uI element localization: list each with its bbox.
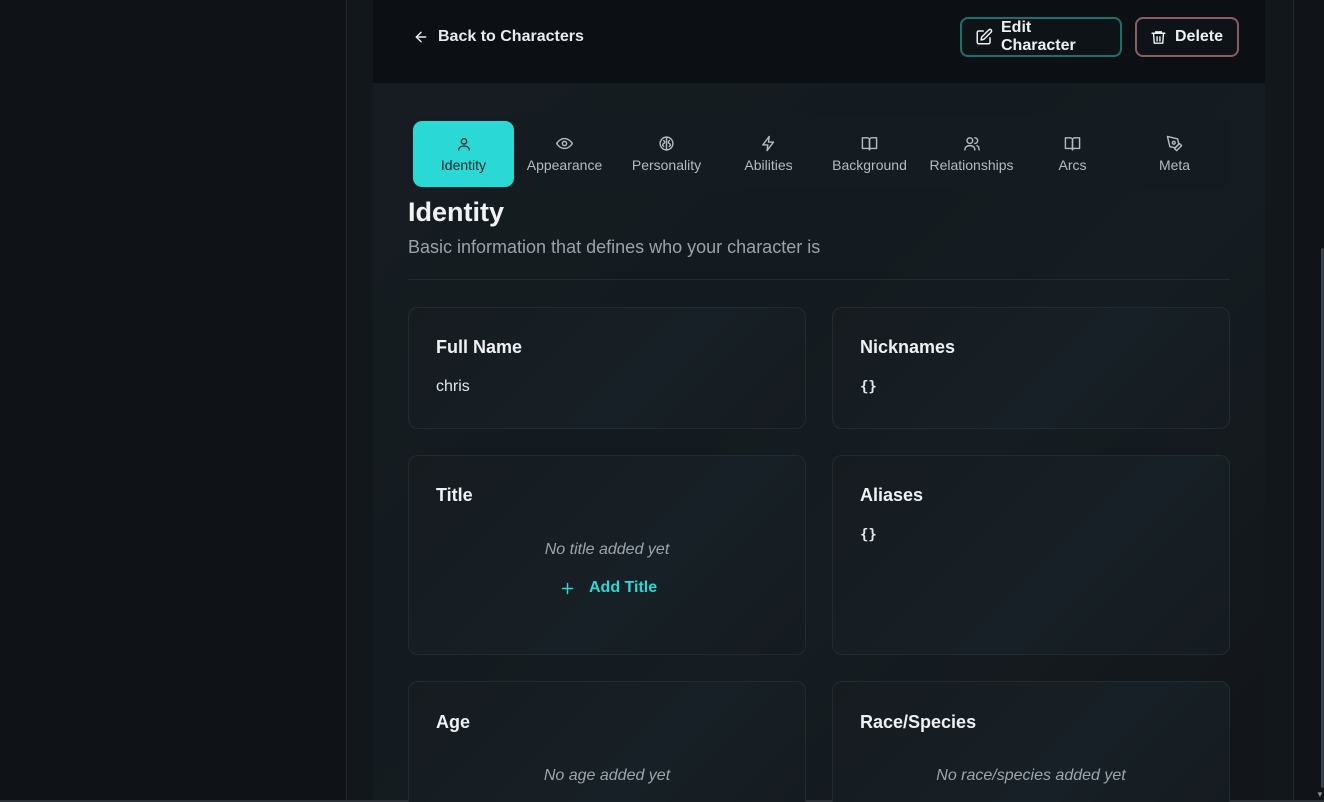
lightning-icon	[762, 135, 775, 152]
section-title: Identity	[408, 197, 505, 227]
user-icon	[457, 137, 470, 151]
aliases-label: Aliases	[860, 485, 924, 505]
tab-label: Relationships	[929, 157, 1014, 173]
back-to-characters-link[interactable]: Back to Characters	[413, 24, 584, 50]
scroll-down-arrow-icon[interactable]: ▼	[1316, 790, 1324, 799]
full-name-label: Full Name	[436, 337, 523, 357]
delete-button[interactable]: Delete	[1135, 17, 1239, 57]
nicknames-label: Nicknames	[860, 337, 956, 357]
tab-identity[interactable]: Identity	[413, 121, 514, 187]
title-empty-text: No title added yet	[544, 541, 670, 558]
edit-button-label: Edit Character	[1001, 19, 1076, 54]
edit-character-button[interactable]: Edit Character	[960, 17, 1122, 57]
back-link-label: Back to Characters	[438, 28, 584, 45]
aliases-value: {}	[860, 527, 877, 543]
plus-icon	[561, 582, 574, 594]
tab-meta[interactable]: Meta	[1124, 121, 1225, 187]
tab-personality[interactable]: Personality	[616, 121, 717, 187]
age-label: Age	[436, 712, 471, 732]
full-name-card	[408, 307, 806, 429]
eye-icon	[556, 137, 573, 150]
book-open-icon	[861, 137, 878, 151]
delete-button-label: Delete	[1175, 28, 1224, 45]
edit-icon	[976, 28, 993, 45]
section-divider	[408, 279, 1230, 280]
book-open-icon	[1064, 137, 1081, 151]
full-name-value: chris	[436, 378, 470, 395]
tab-abilities[interactable]: Abilities	[718, 121, 819, 187]
tab-appearance[interactable]: Appearance	[514, 121, 615, 187]
tab-background[interactable]: Background	[819, 121, 920, 187]
tab-arcs[interactable]: Arcs	[1022, 121, 1123, 187]
tab-label: Personality	[631, 157, 702, 173]
nicknames-card	[832, 307, 1230, 429]
brain-icon	[659, 136, 674, 151]
pen-tool-icon	[1166, 135, 1183, 152]
add-title-label: Add Title	[589, 579, 658, 596]
tab-label: Appearance	[526, 157, 603, 173]
title-label: Title	[436, 485, 473, 505]
age-empty-text: No age added yet	[543, 767, 671, 784]
tab-label: Meta	[1158, 157, 1191, 173]
tab-label: Identity	[440, 156, 487, 173]
nicknames-value: {}	[860, 379, 877, 395]
race-species-empty-text: No race/species added yet	[936, 767, 1126, 784]
add-title-button[interactable]: Add Title	[560, 579, 657, 597]
tab-label: Arcs	[1058, 157, 1087, 173]
tab-label: Background	[832, 157, 907, 173]
race-species-label: Race/Species	[860, 712, 977, 732]
users-icon	[963, 137, 980, 151]
tab-relationships[interactable]: Relationships	[921, 121, 1022, 187]
left-pane	[0, 0, 347, 800]
arrow-left-icon	[415, 31, 427, 43]
tab-label: Abilities	[744, 157, 793, 173]
section-subtitle: Basic information that defines who your …	[408, 237, 821, 257]
trash-icon	[1151, 30, 1166, 44]
right-gutter	[1293, 0, 1324, 800]
